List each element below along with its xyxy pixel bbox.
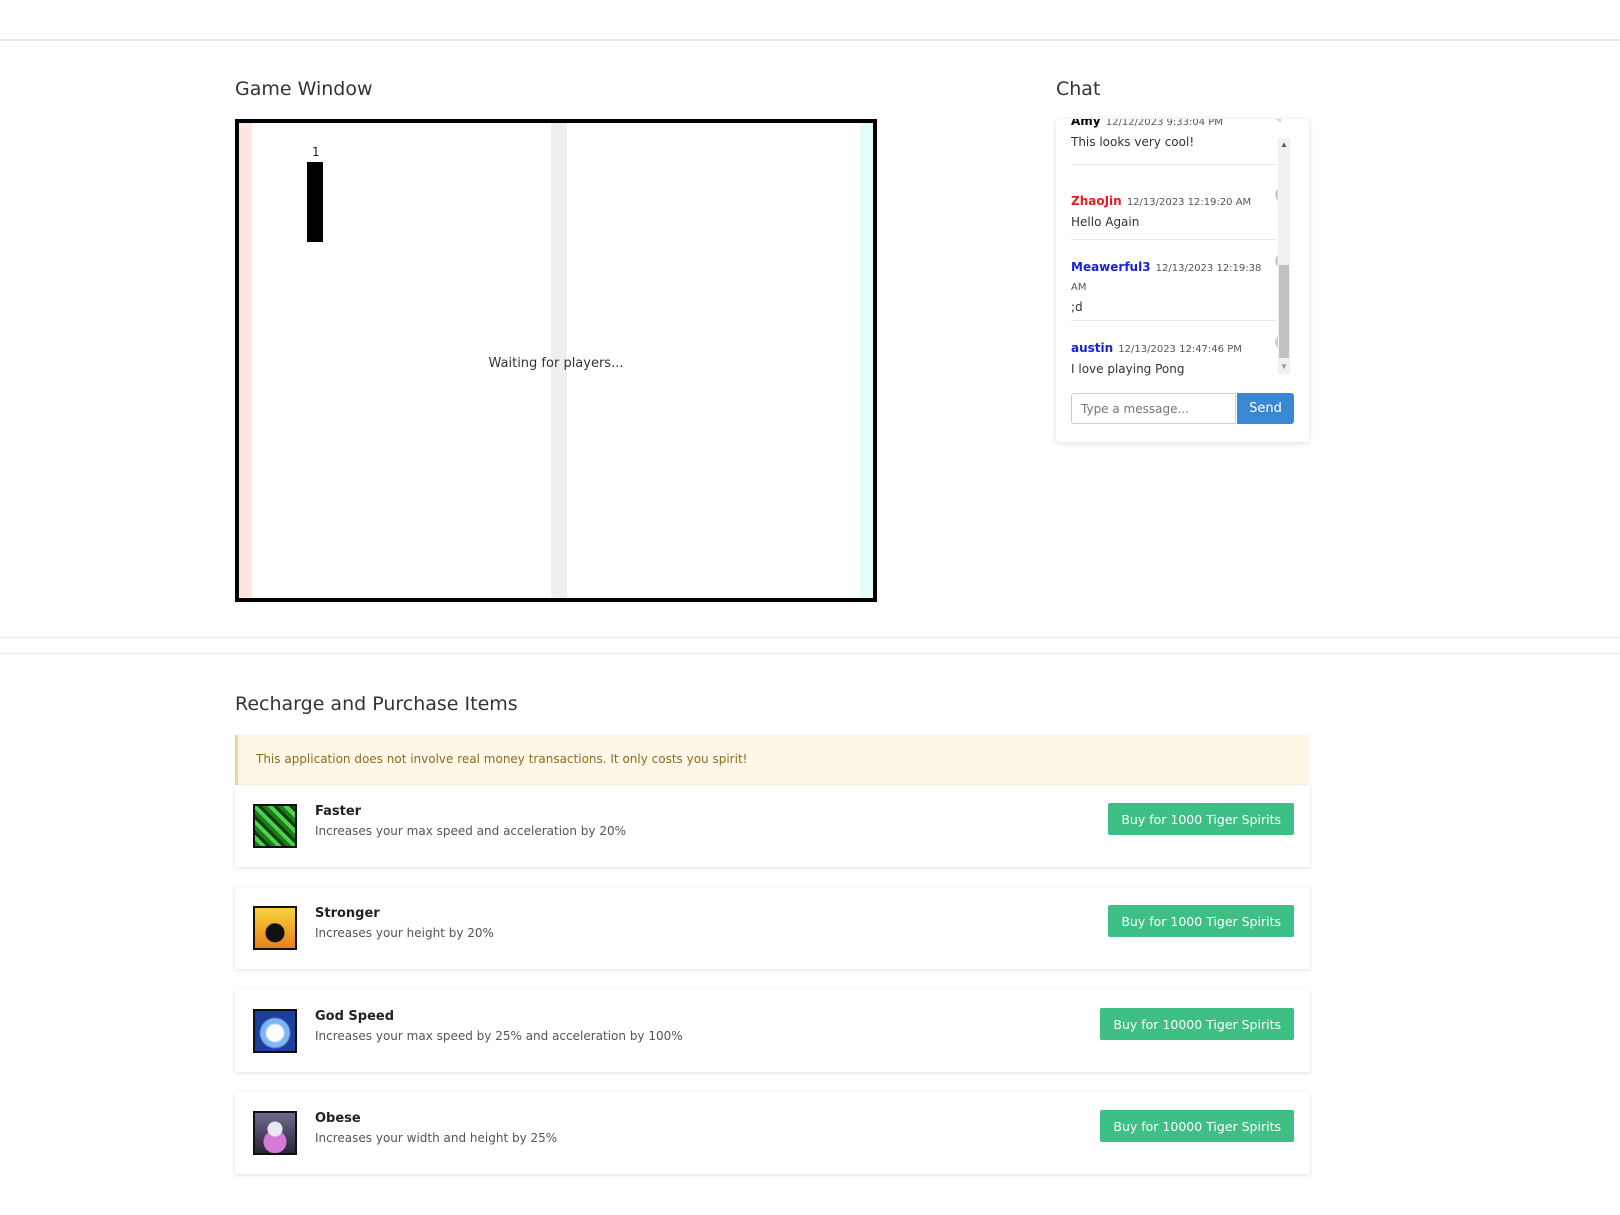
delete-message-icon[interactable]: ✕ (1275, 119, 1281, 122)
shop-item: God Speed Increases your max speed by 25… (235, 990, 1310, 1072)
buy-button[interactable]: Buy for 10000 Tiger Spirits (1100, 1110, 1294, 1142)
scroll-up-icon[interactable]: ▲ (1280, 140, 1288, 149)
chat-timestamp: 12/12/2023 9:33:04 PM (1105, 119, 1223, 128)
pink-figure-icon (253, 1111, 297, 1155)
item-name: Stronger (315, 906, 380, 921)
item-description: Increases your height by 20% (315, 926, 494, 940)
game-status: Waiting for players... (488, 356, 624, 371)
chat-text: ;d (1071, 300, 1083, 314)
chat-title: Chat (1056, 78, 1101, 100)
item-description: Increases your width and height by 25% (315, 1131, 558, 1145)
chat-message: Meawerful3 12/13/2023 12:19:38 AM ✕ ;d (1071, 254, 1281, 321)
item-name: Obese (315, 1111, 361, 1126)
buy-button[interactable]: Buy for 10000 Tiger Spirits (1100, 1008, 1294, 1040)
chat-scrollbar-thumb[interactable] (1279, 265, 1289, 358)
buy-button[interactable]: Buy for 1000 Tiger Spirits (1108, 803, 1294, 835)
chat-username: Meawerful3 (1071, 260, 1151, 274)
chat-message-input[interactable] (1071, 393, 1236, 424)
notice-banner: This application does not involve real m… (235, 735, 1310, 785)
blue-burst-icon (253, 1009, 297, 1053)
green-runner-icon (253, 804, 297, 848)
item-description: Increases your max speed by 25% and acce… (315, 1029, 683, 1043)
chat-message-list[interactable]: Amy 12/12/2023 9:33:04 PM ✕ This looks v… (1056, 119, 1281, 377)
item-name: Faster (315, 804, 362, 819)
section-divider (0, 637, 1620, 638)
chat-timestamp: 12/13/2023 12:19:20 AM (1126, 197, 1252, 208)
chat-message: Amy 12/12/2023 9:33:04 PM ✕ This looks v… (1071, 119, 1281, 165)
game-canvas[interactable]: 1 Waiting for players... (235, 119, 877, 602)
chat-timestamp: 12/13/2023 12:47:46 PM (1118, 344, 1242, 355)
chat-message: austin 12/13/2023 12:47:46 PM ✕ I love p… (1071, 335, 1281, 377)
scroll-down-icon[interactable]: ▼ (1280, 362, 1288, 371)
chat-text: This looks very cool! (1071, 135, 1195, 149)
flame-strength-icon (253, 906, 297, 950)
item-description: Increases your max speed and acceleratio… (315, 824, 627, 838)
chat-username: austin (1071, 341, 1114, 355)
buy-button[interactable]: Buy for 1000 Tiger Spirits (1108, 905, 1294, 937)
chat-message: ZhaoJin 12/13/2023 12:19:20 AM ✕ Hello A… (1071, 188, 1281, 240)
chat-text: I love playing Pong (1071, 362, 1185, 376)
player-paddle (307, 162, 323, 242)
shop-title: Recharge and Purchase Items (235, 693, 518, 715)
section-divider (0, 653, 1620, 654)
send-button[interactable]: Send (1237, 393, 1294, 424)
shop-item: Stronger Increases your height by 20% Bu… (235, 887, 1310, 969)
shop-item: Obese Increases your width and height by… (235, 1092, 1310, 1174)
chat-username: Amy (1071, 119, 1101, 128)
shop-item: Faster Increases your max speed and acce… (235, 785, 1310, 867)
game-window-title: Game Window (235, 78, 373, 100)
chat-username: ZhaoJin (1071, 194, 1122, 208)
item-name: God Speed (315, 1009, 395, 1024)
chat-text: Hello Again (1071, 215, 1140, 229)
player-score: 1 (312, 145, 320, 159)
top-navbar (0, 0, 1620, 41)
